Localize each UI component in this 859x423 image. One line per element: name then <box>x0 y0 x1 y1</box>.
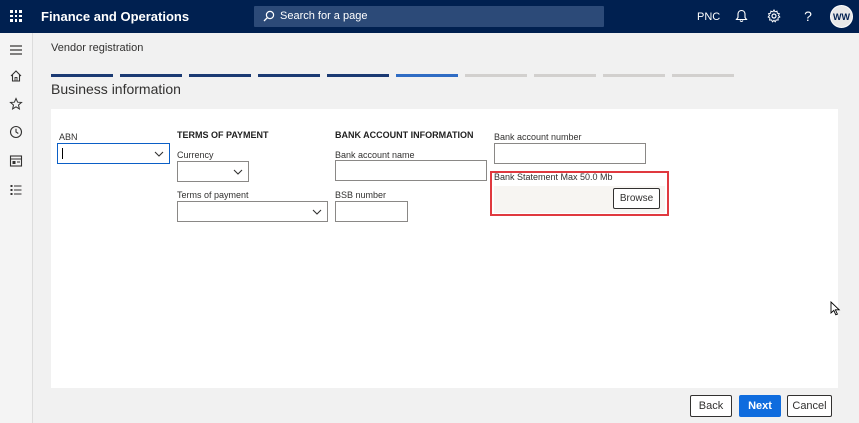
browse-button[interactable]: Browse <box>613 188 660 209</box>
company-selector[interactable]: PNC <box>697 11 720 23</box>
mouse-cursor-icon <box>830 301 841 316</box>
progress-step <box>120 74 182 77</box>
hamburger-icon[interactable] <box>9 43 23 57</box>
bsb-number-input[interactable] <box>335 201 408 222</box>
search-box[interactable]: Search for a page <box>254 6 604 27</box>
chevron-down-icon <box>312 209 322 215</box>
progress-steps <box>51 74 741 78</box>
next-button[interactable]: Next <box>739 395 781 417</box>
progress-step <box>258 74 320 77</box>
help-icon[interactable]: ? <box>800 8 816 24</box>
bank-account-name-input[interactable] <box>335 160 487 181</box>
progress-step <box>327 74 389 77</box>
search-placeholder: Search for a page <box>280 10 368 22</box>
cancel-button[interactable]: Cancel <box>787 395 832 417</box>
bsb-number-label: BSB number <box>335 190 387 200</box>
section-title: Business information <box>51 81 181 97</box>
gear-icon[interactable] <box>766 8 782 24</box>
bank-account-info-header: BANK ACCOUNT INFORMATION <box>335 130 474 140</box>
progress-step <box>672 74 734 77</box>
terms-of-payment-dropdown[interactable] <box>177 201 328 222</box>
list-icon[interactable] <box>9 183 23 197</box>
clock-icon[interactable] <box>9 125 23 139</box>
abn-dropdown[interactable] <box>57 143 170 164</box>
left-navigation <box>0 33 33 423</box>
terms-of-payment-header: TERMS OF PAYMENT <box>177 130 269 140</box>
star-icon[interactable] <box>9 97 23 111</box>
abn-label: ABN <box>59 132 78 142</box>
avatar[interactable]: WW <box>830 5 853 28</box>
progress-step <box>534 74 596 77</box>
bank-account-number-input[interactable] <box>494 143 646 164</box>
chevron-down-icon <box>233 169 243 175</box>
currency-dropdown[interactable] <box>177 161 249 182</box>
progress-step <box>51 74 113 77</box>
currency-label: Currency <box>177 150 214 160</box>
progress-step <box>465 74 527 77</box>
progress-step <box>189 74 251 77</box>
progress-step <box>396 74 458 77</box>
terms-of-payment-label: Terms of payment <box>177 190 249 200</box>
progress-step <box>603 74 665 77</box>
bank-account-name-label: Bank account name <box>335 150 415 160</box>
breadcrumb: Vendor registration <box>51 42 144 54</box>
chevron-down-icon <box>154 151 164 157</box>
app-title[interactable]: Finance and Operations <box>41 9 189 24</box>
home-icon[interactable] <box>9 69 23 83</box>
text-caret <box>62 148 63 159</box>
back-button[interactable]: Back <box>690 395 732 417</box>
top-bar: Finance and Operations Search for a page… <box>0 0 859 33</box>
bell-icon[interactable] <box>733 8 749 24</box>
app-launcher-icon[interactable] <box>10 10 22 22</box>
search-icon <box>263 10 275 22</box>
workspace-icon[interactable] <box>9 154 23 168</box>
bank-statement-label: Bank Statement Max 50.0 Mb <box>494 172 613 182</box>
bank-account-number-label: Bank account number <box>494 132 582 142</box>
